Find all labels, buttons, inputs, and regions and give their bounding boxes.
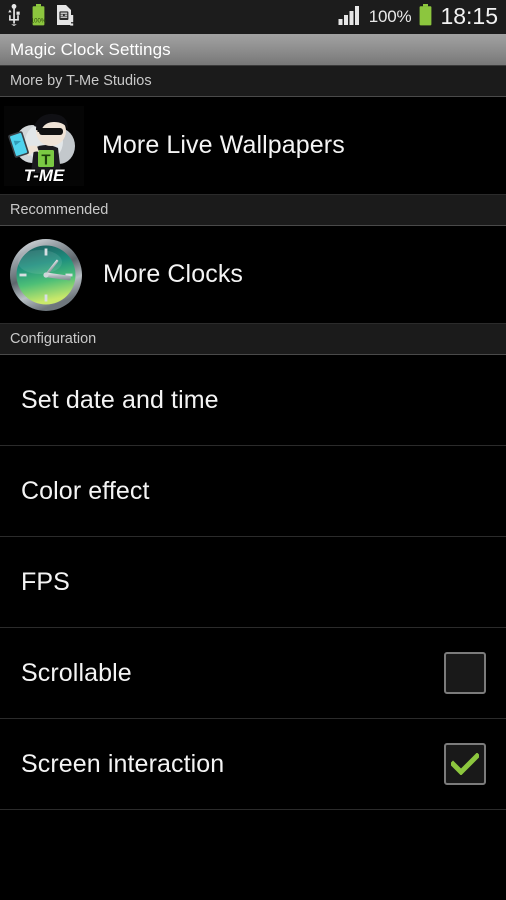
section-header-more-by-t-me-studios: More by T-Me Studios [0, 66, 506, 97]
list-item-more-live-wallpapers[interactable]: T T-ME More Live Wallpapers [0, 97, 506, 195]
list-item-more-clocks[interactable]: More Clocks [0, 226, 506, 324]
list-item-set-date-and-time[interactable]: Set date and time [0, 355, 506, 446]
list-item-screen-interaction[interactable]: Screen interaction [0, 719, 506, 810]
scrollable-checkbox[interactable] [444, 652, 486, 694]
section-header-recommended: Recommended [0, 195, 506, 226]
t-me-studios-logo-icon: T T-ME [4, 105, 84, 186]
status-bar-right-icons: 100% 18:15 [338, 2, 498, 31]
title-bar: Magic Clock Settings [0, 34, 506, 66]
list-item-label: FPS [21, 567, 70, 596]
page-title: Magic Clock Settings [10, 39, 171, 59]
analog-clock-icon [7, 236, 85, 314]
list-item-label: Screen interaction [21, 749, 225, 778]
sim-card-alert-icon [55, 4, 74, 31]
svg-text:T-ME: T-ME [24, 166, 65, 185]
status-bar-left-icons: 100% [6, 3, 74, 31]
list-item-label: Color effect [21, 476, 150, 505]
battery-level-text: 100% [31, 18, 46, 24]
section-header-label: Configuration [10, 331, 97, 347]
list-item-label: Set date and time [21, 385, 219, 414]
list-item-label: Scrollable [21, 658, 132, 687]
battery-percent-text: 100% [368, 7, 412, 26]
status-bar-clock: 18:15 [440, 2, 498, 29]
section-header-label: Recommended [10, 202, 109, 218]
checkmark-icon [451, 753, 479, 775]
list-item-scrollable[interactable]: Scrollable [0, 628, 506, 719]
list-empty-area [0, 810, 506, 900]
list-item-fps[interactable]: FPS [0, 537, 506, 628]
list-item-color-effect[interactable]: Color effect [0, 446, 506, 537]
list-item-label: More Clocks [103, 260, 244, 288]
list-item-label: More Live Wallpapers [102, 131, 345, 159]
battery-icon [418, 3, 433, 31]
section-header-label: More by T-Me Studios [10, 73, 152, 89]
usb-icon [6, 3, 22, 31]
section-header-configuration: Configuration [0, 324, 506, 355]
settings-screen: 100% 100% 18:15 Magic Clock Settings Mor… [0, 0, 506, 900]
screen-interaction-checkbox[interactable] [444, 743, 486, 785]
status-bar: 100% 100% 18:15 [0, 0, 506, 34]
signal-bars-icon [338, 5, 362, 30]
battery-icon: 100% [31, 3, 47, 31]
